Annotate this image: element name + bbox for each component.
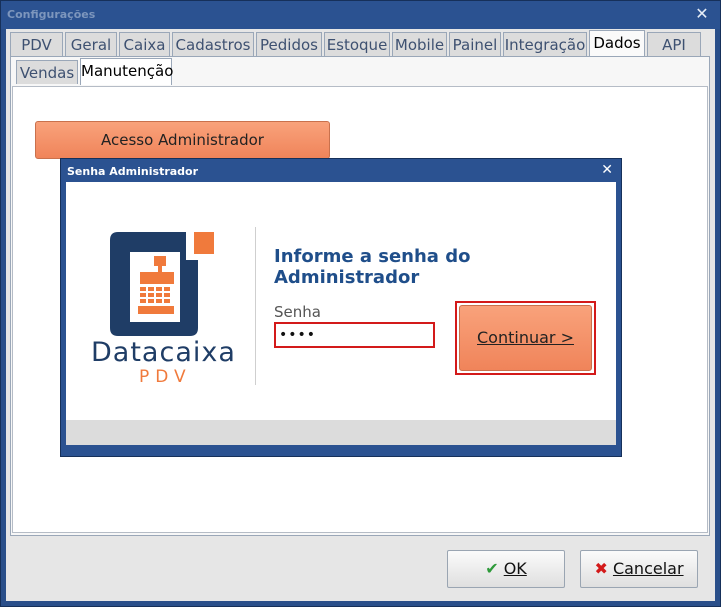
dialog-heading: Informe a senha do Administrador	[274, 246, 471, 288]
tab-integracao[interactable]: Integração	[503, 32, 587, 56]
tab-estoque[interactable]: Estoque	[324, 32, 390, 56]
tab-geral[interactable]: Geral	[65, 32, 117, 56]
window-titlebar[interactable]: Configurações ✕	[1, 1, 720, 29]
cancel-button[interactable]: ✖ Cancelar	[580, 550, 698, 588]
subtab-manutencao[interactable]: Manutenção	[80, 58, 173, 85]
ok-button[interactable]: ✔ OK	[447, 550, 565, 588]
tab-pdv[interactable]: PDV	[10, 32, 63, 56]
brand-name: Datacaixa	[91, 337, 236, 368]
tab-painel[interactable]: Painel	[449, 32, 501, 56]
register-logo-icon	[110, 232, 214, 336]
dialog-body: Datacaixa PDV Informe a senha do Adminis…	[66, 182, 616, 445]
vertical-divider	[255, 227, 256, 385]
tab-dados[interactable]: Dados	[589, 30, 645, 57]
password-label: Senha	[274, 303, 321, 321]
senha-administrador-dialog: Senha Administrador ✕ Datacaixa PDV Info…	[60, 158, 622, 457]
check-icon: ✔	[485, 559, 499, 578]
cancel-label: Cancelar	[612, 559, 684, 578]
dialog-close-icon[interactable]: ✕	[601, 162, 613, 178]
tab-caixa[interactable]: Caixa	[119, 32, 170, 56]
tab-cadastros[interactable]: Cadastros	[172, 32, 254, 56]
configuracoes-window: Configurações ✕ PDV Geral Caixa Cadastro…	[0, 0, 721, 607]
subtab-vendas[interactable]: Vendas	[16, 60, 78, 84]
tab-pedidos[interactable]: Pedidos	[256, 32, 322, 56]
x-cancel-icon: ✖	[594, 559, 608, 578]
admin-access-button[interactable]: Acesso Administrador	[35, 121, 330, 159]
window-close-icon[interactable]: ✕	[694, 4, 710, 24]
window-title: Configurações	[7, 8, 96, 21]
tab-mobile[interactable]: Mobile	[392, 32, 447, 56]
dialog-title: Senha Administrador	[67, 165, 199, 178]
dialog-footer-bar	[66, 420, 616, 445]
ok-label: OK	[503, 559, 527, 578]
brand-sub: PDV	[139, 367, 192, 387]
continue-button[interactable]: Continuar >	[459, 305, 592, 371]
tab-api[interactable]: API	[647, 32, 701, 56]
password-field[interactable]: ••••	[274, 322, 435, 348]
